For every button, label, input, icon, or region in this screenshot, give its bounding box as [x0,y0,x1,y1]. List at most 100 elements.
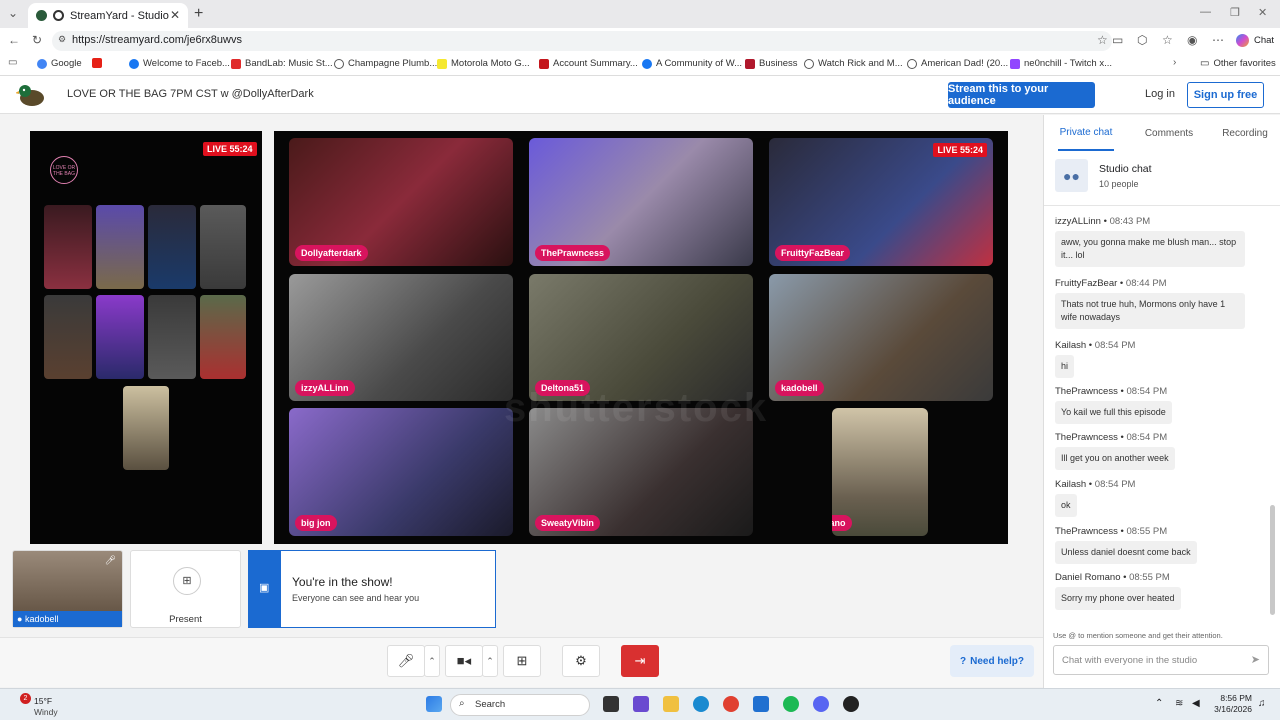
bookmark-star-icon[interactable]: ☆ [1097,33,1108,47]
mic-options-chevron-icon[interactable]: ⌃ [424,645,440,677]
chat-button[interactable]: Chat [1254,35,1274,46]
teams-icon[interactable] [633,696,649,712]
video-tile-dollyafterdark[interactable]: Dollyafterdark [289,138,513,266]
bookmark-community[interactable]: A Community of W... [642,58,742,69]
bookmark-bandlab[interactable]: BandLab: Music St... [231,58,333,69]
bookmark-account[interactable]: Account Summary... [539,58,638,69]
tab-list-chevron-icon[interactable]: ⌄ [8,6,18,20]
streamyard-logo [16,85,44,106]
reload-icon[interactable]: ↻ [32,33,42,47]
browser-tab[interactable]: StreamYard - Studio ✕ [28,3,188,28]
store-icon[interactable] [753,696,769,712]
site-info-icon[interactable]: ⚙ [58,34,66,45]
settings-button[interactable]: ⚙ [562,645,600,677]
weather-widget[interactable]: 2 15°F Windy [10,692,80,718]
microphone-icon: 🎤︎ [397,653,415,668]
sidebar-toggle-icon[interactable]: ▭ [8,57,17,68]
favorites-icon[interactable]: ☆ [1162,33,1173,47]
message-time: 08:55 PM [1126,526,1168,537]
bandlab-icon [231,58,241,69]
clock[interactable]: 8:56 PM 3/16/2026 [1212,693,1252,715]
edge-icon[interactable] [693,696,709,712]
video-tile-izzyallinn[interactable]: izzyALLinn [289,274,513,401]
task-view-icon[interactable] [603,696,619,712]
bookmark-rick[interactable]: Watch Rick and M... [804,58,903,69]
video-tile-theprawncess[interactable]: ThePrawncess [529,138,753,266]
camera-button[interactable]: ■◂ [445,645,483,677]
tab-private-chat[interactable]: Private chat [1058,115,1114,151]
close-tab-icon[interactable]: ✕ [170,8,180,22]
tab-comments[interactable]: Comments [1139,115,1199,151]
video-tile-daniel-romano[interactable]: Daniel Romano [832,408,928,536]
volume-icon[interactable]: ◀ [1192,698,1200,709]
other-favorites[interactable]: ▭ Other favorites [1200,58,1276,69]
message-author: ThePrawncess [1055,432,1118,443]
twitch-icon [1010,58,1020,69]
taskbar-search[interactable]: ⌕ Search [450,694,590,716]
minimize-icon[interactable]: — [1200,6,1211,18]
chrome-icon[interactable] [723,696,739,712]
present-tile[interactable]: ⊞ Present [130,550,241,628]
chat-input[interactable]: Chat with everyone in the studio ➤ [1053,645,1269,675]
system-tray-chevron-icon[interactable]: ⌃ [1155,698,1163,709]
recording-icon [53,10,64,21]
preview-tile [148,295,196,379]
spotify-icon[interactable] [783,696,799,712]
folder-icon: ▭ [1200,58,1210,69]
facebook-icon [129,58,139,69]
preview-tile [123,386,169,470]
microphone-button[interactable]: 🎤︎ [387,645,425,677]
self-preview-tile[interactable]: 🎤︎ ● kadobell [12,550,123,628]
share-screen-button[interactable]: ⊞ [503,645,541,677]
video-tile-deltona51[interactable]: Deltona51 [529,274,753,401]
bookmark-business[interactable]: Business [745,58,798,69]
bookmark-youtube[interactable] [92,58,106,68]
maximize-icon[interactable]: ❐ [1230,6,1240,19]
search-icon: ⌕ [459,698,465,709]
extensions-icon[interactable]: ⬡ [1137,33,1147,47]
bookmark-google[interactable]: Google [37,58,82,69]
app-icon[interactable] [843,696,859,712]
bookmark-champagne[interactable]: Champagne Plumb... [334,58,437,69]
back-icon[interactable]: ← [8,33,20,47]
message-time: 08:54 PM [1126,432,1168,443]
message-author: Daniel Romano [1055,572,1121,583]
more-menu-icon[interactable]: ⋯ [1212,33,1224,47]
youtube-icon [92,58,102,68]
windows-start-icon[interactable] [426,696,442,712]
video-tile-kadobell[interactable]: kadobell [769,274,993,401]
signup-button[interactable]: Sign up free [1187,82,1264,108]
bank-icon [539,58,549,69]
tab-recording[interactable]: Recording [1216,115,1274,151]
url-input[interactable]: ⚙ https://streamyard.com/je6rx8uwvs [52,31,1112,51]
send-icon[interactable]: ➤ [1251,653,1260,666]
show-status-box: ▣ You're in the show! Everyone can see a… [248,550,496,628]
video-tile-fruittyfazbear[interactable]: LIVE 55:24 FruittyFazBear [769,138,993,266]
profile-icon[interactable]: ◉ [1187,33,1197,47]
video-tile-big-jon[interactable]: big jon [289,408,513,536]
login-link[interactable]: Log in [1145,88,1175,100]
bookmark-motorola[interactable]: Motorola Moto G... [437,58,530,69]
file-explorer-icon[interactable] [663,696,679,712]
show-title: LOVE OR THE BAG 7PM CST w @DollyAfterDar… [67,88,314,100]
chat-scrollbar[interactable] [1270,505,1275,615]
notification-bell-icon[interactable]: ♫ [1258,698,1266,709]
close-window-icon[interactable]: ✕ [1258,6,1267,19]
leave-studio-button[interactable]: ⇥ [621,645,659,677]
camera-options-chevron-icon[interactable]: ⌃ [482,645,498,677]
help-button[interactable]: ? Need help? [950,645,1034,677]
portrait-icon: ▣ [259,582,270,594]
chevron-right-icon[interactable]: › [1173,57,1176,68]
mic-icon[interactable]: 🎤︎ [105,555,116,566]
new-tab-icon[interactable]: + [194,5,203,23]
stage-preview: LIVE 55:24 LOVE OR THE BAG [30,131,262,544]
studio-chat-title: Studio chat [1099,163,1152,175]
discord-icon[interactable] [813,696,829,712]
camera-icon[interactable]: ▭ [1112,33,1123,47]
bookmark-facebook[interactable]: Welcome to Faceb... [129,58,230,69]
wifi-icon[interactable]: ≋ [1175,698,1183,709]
preview-tile [96,295,144,379]
bookmark-twitch[interactable]: ne0nchill - Twitch x... [1010,58,1112,69]
stream-button[interactable]: Stream this to your audience [948,82,1095,108]
bookmark-american-dad[interactable]: American Dad! (20... [907,58,1008,69]
